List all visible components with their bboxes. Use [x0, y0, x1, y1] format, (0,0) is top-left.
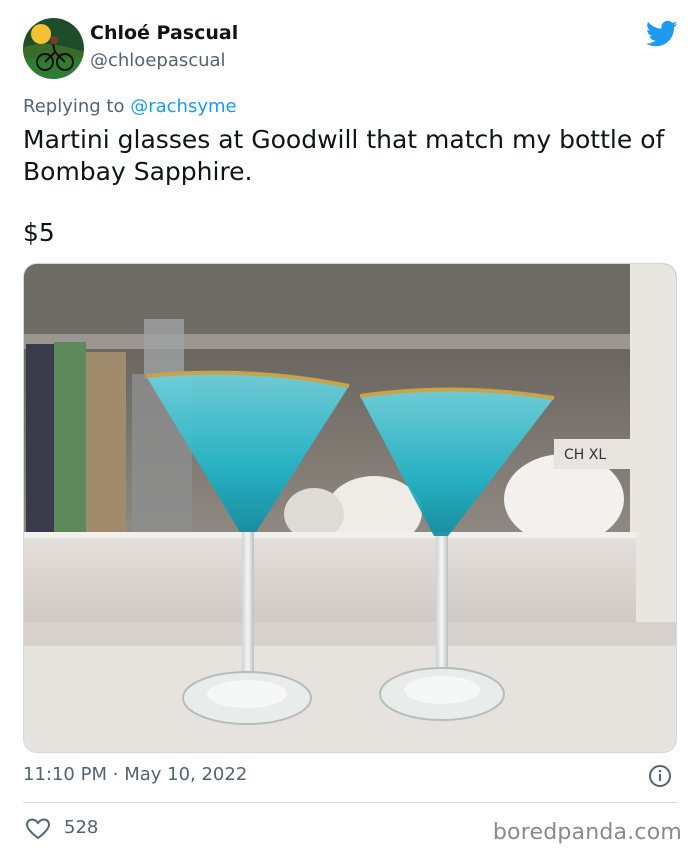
heart-icon[interactable]	[25, 818, 51, 840]
like-count[interactable]: 528	[64, 817, 98, 838]
author-handle[interactable]: @chloepascual	[90, 50, 226, 71]
reply-prefix: Replying to	[23, 96, 125, 117]
info-icon[interactable]	[648, 764, 672, 788]
tweet-price: $5	[23, 218, 55, 247]
author-name[interactable]: Chloé Pascual	[90, 22, 238, 44]
svg-text:CH XL: CH XL	[564, 447, 606, 463]
martini-glasses-photo-icon: CH XL	[24, 264, 676, 752]
divider	[23, 802, 677, 803]
timestamp-separator: ·	[112, 764, 119, 785]
tweet-text: Martini glasses at Goodwill that match m…	[23, 125, 665, 186]
reply-context: Replying to @rachsyme	[23, 96, 237, 117]
tweet-timestamp[interactable]: 11:10 PM · May 10, 2022	[23, 764, 247, 785]
twitter-bird-icon	[645, 20, 678, 48]
tweet-photo[interactable]: CH XL	[23, 263, 677, 753]
tweet-date: May 10, 2022	[124, 764, 248, 785]
watermark: boredpanda.com	[492, 820, 682, 845]
tweet-time: 11:10 PM	[23, 764, 107, 785]
avatar[interactable]	[23, 18, 84, 79]
reply-mention-link[interactable]: @rachsyme	[130, 96, 236, 117]
